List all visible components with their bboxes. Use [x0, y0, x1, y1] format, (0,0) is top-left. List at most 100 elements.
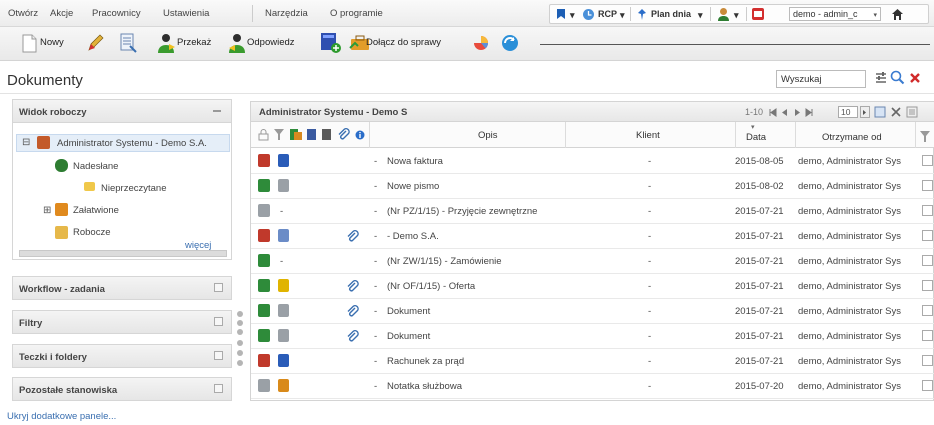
splitter-grip[interactable] [237, 340, 243, 346]
horizontal-scrollbar[interactable] [19, 250, 227, 257]
type-column-icon[interactable] [289, 128, 303, 141]
home-icon[interactable] [891, 8, 904, 21]
row-checkbox[interactable] [922, 280, 933, 291]
plan-dnia-button[interactable]: Plan dnia [651, 9, 691, 19]
tree-item-robocze[interactable]: Robocze [73, 227, 111, 238]
row-checkbox[interactable] [922, 380, 933, 391]
scan-document-icon[interactable] [118, 32, 138, 54]
description-cell[interactable]: Notatka służbowa [387, 381, 462, 392]
tree-collapse-icon[interactable]: ⊟ [22, 137, 30, 148]
user-select[interactable]: demo - admin_c ▾ [789, 7, 881, 21]
tree-item-nadeslane[interactable]: Nadesłane [73, 161, 118, 172]
pie-chart-icon[interactable] [472, 35, 490, 51]
description-cell[interactable]: (Nr OF/1/15) - Oferta [387, 281, 475, 292]
menu-pracownicy[interactable]: Pracownicy [92, 8, 141, 19]
page-size-dropdown-icon[interactable] [860, 106, 870, 118]
folders-panel-header[interactable]: Teczki i foldery [12, 344, 232, 368]
plan-dropdown-icon[interactable]: ▾ [698, 10, 703, 21]
grid-settings-icon[interactable] [906, 106, 918, 118]
splitter-grip[interactable] [237, 350, 243, 356]
tree-root-label[interactable]: Administrator Systemu - Demo S.A. [57, 138, 207, 149]
expand-panel-icon[interactable] [214, 351, 223, 360]
page-size-select[interactable]: 10 [838, 106, 858, 118]
splitter-grip[interactable] [237, 329, 243, 335]
tree-item-nieprzeczytane[interactable]: Nieprzeczytane [101, 183, 166, 194]
note-column-icon[interactable] [321, 128, 332, 141]
expand-panel-icon[interactable] [214, 317, 223, 326]
row-checkbox[interactable] [922, 330, 933, 341]
user-avatar-icon[interactable] [717, 7, 730, 21]
filter-settings-icon[interactable] [874, 71, 888, 85]
rcp-button[interactable]: RCP [598, 9, 617, 19]
edit-pencil-icon[interactable] [86, 33, 104, 53]
bookmark-icon[interactable] [555, 8, 567, 20]
tree-item-zalatwione[interactable]: Załatwione [73, 205, 119, 216]
table-row[interactable]: - Nowe pismo -2015-08-02 demo, Administrato… [251, 174, 934, 199]
column-header-otrzymane-od[interactable]: Otrzymane od [822, 132, 882, 143]
description-cell[interactable]: Dokument [387, 331, 430, 342]
menu-ustawienia[interactable]: Ustawienia [163, 8, 209, 19]
filter-column-icon[interactable] [919, 130, 931, 143]
info-column-icon[interactable] [355, 130, 365, 140]
attachment-column-icon[interactable] [336, 127, 350, 141]
table-row[interactable]: - - (Nr ZW/1/15) - Zamówienie -2015-07-21 de… [251, 249, 934, 274]
document-column-icon[interactable] [306, 128, 317, 141]
clear-search-icon[interactable] [909, 72, 921, 84]
splitter-grip[interactable] [237, 360, 243, 366]
new-button[interactable]: Nowy [40, 37, 64, 48]
row-checkbox[interactable] [922, 230, 933, 241]
mail-icon[interactable] [751, 7, 765, 21]
rcp-dropdown-icon[interactable]: ▾ [620, 10, 625, 21]
table-row[interactable]: - Dokument -2015-07-21 demo, Administrator … [251, 299, 934, 324]
export-icon[interactable] [874, 106, 886, 118]
row-checkbox[interactable] [922, 305, 933, 316]
description-cell[interactable]: Nowe pismo [387, 181, 439, 192]
menu-otworz[interactable]: Otwórz [8, 8, 38, 19]
forward-button[interactable]: Przekaż [177, 37, 211, 48]
workflow-panel-header[interactable]: Workflow - zadania [12, 276, 232, 300]
filters-panel-header[interactable]: Filtry [12, 310, 232, 334]
table-row[interactable]: -- Demo S.A. -2015-07-21 demo, Administrat… [251, 224, 934, 249]
table-row[interactable]: - - (Nr PZ/1/15) - Przyjęcie zewnętrzne -20… [251, 199, 934, 224]
splitter-grip[interactable] [237, 311, 243, 317]
filter-column-icon[interactable] [273, 128, 285, 141]
working-view-panel-header[interactable]: Widok roboczy [12, 99, 232, 123]
description-cell[interactable]: Nowa faktura [387, 156, 443, 167]
search-icon[interactable] [890, 70, 905, 85]
row-checkbox[interactable] [922, 155, 933, 166]
table-row[interactable]: - Notatka służbowa -2015-07-20 demo, Admini… [251, 374, 934, 399]
user-dropdown-icon[interactable]: ▾ [734, 10, 739, 21]
reply-button[interactable]: Odpowiedz [247, 37, 295, 48]
column-header-data[interactable]: Data [746, 132, 766, 143]
column-header-klient[interactable]: Klient [636, 130, 660, 141]
table-row[interactable]: - Dokument -2015-07-21 demo, Administrator … [251, 324, 934, 349]
menu-o-programie[interactable]: O programie [330, 8, 383, 19]
other-stations-panel-header[interactable]: Pozostałe stanowiska [12, 377, 232, 401]
table-row[interactable]: - Rachunek za prąd -2015-07-21 demo, Admini… [251, 349, 934, 374]
attachment-icon[interactable] [345, 229, 359, 243]
description-cell[interactable]: Dokument [387, 306, 430, 317]
add-document-icon[interactable] [320, 32, 342, 54]
description-cell[interactable]: - Demo S.A. [387, 231, 439, 242]
search-input[interactable]: Wyszukaj [776, 70, 866, 88]
bookmark-dropdown-icon[interactable]: ▾ [570, 10, 575, 21]
lock-column-icon[interactable] [258, 129, 269, 141]
attachment-icon[interactable] [345, 279, 359, 293]
attachment-icon[interactable] [345, 329, 359, 343]
row-checkbox[interactable] [922, 355, 933, 366]
menu-narzedzia[interactable]: Narzędzia [265, 8, 308, 19]
table-row[interactable]: - (Nr OF/1/15) - Oferta -2015-07-21 demo, A… [251, 274, 934, 299]
menu-akcje[interactable]: Akcje [50, 8, 73, 19]
expand-panel-icon[interactable] [214, 384, 223, 393]
tree-expand-icon[interactable]: ⊞ [43, 205, 51, 216]
column-header-opis[interactable]: Opis [478, 130, 498, 141]
table-row[interactable]: - Nowa faktura -2015-08-05 demo, Administra… [251, 149, 934, 174]
close-grid-icon[interactable] [890, 106, 902, 118]
row-checkbox[interactable] [922, 205, 933, 216]
hide-panels-link[interactable]: Ukryj dodatkowe panele... [7, 411, 116, 422]
refresh-globe-icon[interactable] [500, 33, 520, 53]
row-checkbox[interactable] [922, 255, 933, 266]
collapse-icon[interactable] [213, 110, 221, 112]
splitter-grip[interactable] [237, 320, 243, 326]
expand-panel-icon[interactable] [214, 283, 223, 292]
